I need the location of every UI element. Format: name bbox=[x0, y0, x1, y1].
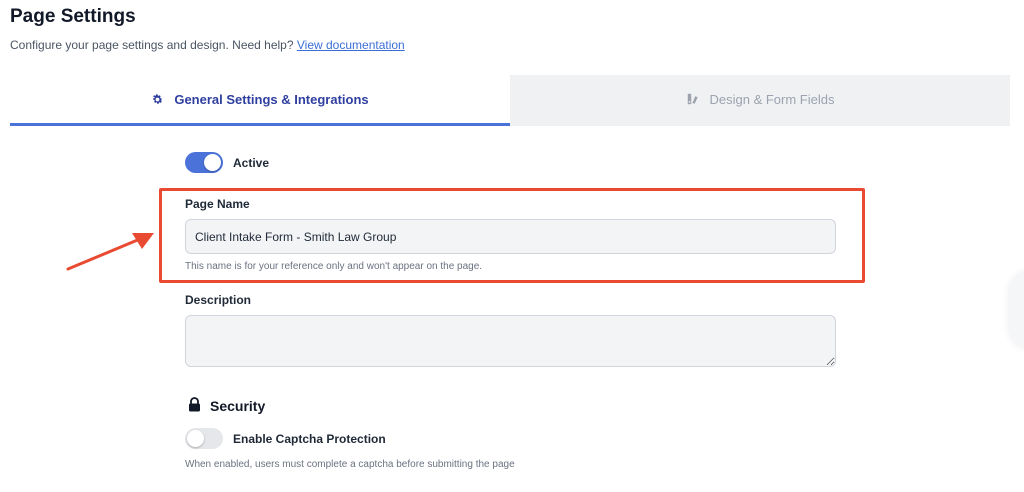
active-toggle-label: Active bbox=[233, 156, 270, 170]
lock-icon bbox=[188, 397, 201, 415]
description-label: Description bbox=[185, 293, 252, 307]
gear-icon bbox=[151, 93, 164, 106]
active-toggle[interactable] bbox=[185, 152, 223, 173]
description-textarea[interactable] bbox=[185, 315, 836, 367]
toggle-knob bbox=[187, 430, 204, 447]
page-name-input[interactable] bbox=[185, 219, 836, 254]
floating-side-handle[interactable] bbox=[1008, 270, 1024, 350]
captcha-toggle-label: Enable Captcha Protection bbox=[233, 432, 386, 446]
page-subtitle: Configure your page settings and design.… bbox=[10, 38, 405, 52]
captcha-helper: When enabled, users must complete a capt… bbox=[185, 459, 515, 470]
view-documentation-link[interactable]: View documentation bbox=[297, 38, 405, 52]
design-icon bbox=[686, 92, 700, 106]
tab-design-form-fields-label: Design & Form Fields bbox=[709, 91, 835, 107]
tab-design-form-fields[interactable]: Design & Form Fields bbox=[510, 75, 1010, 126]
tab-general-settings-label: General Settings & Integrations bbox=[174, 91, 369, 107]
page-name-helper: This name is for your reference only and… bbox=[185, 261, 483, 272]
page-title: Page Settings bbox=[10, 6, 136, 27]
subtitle-text: Configure your page settings and design.… bbox=[10, 38, 294, 52]
toggle-knob bbox=[204, 154, 221, 171]
security-section-title: Security bbox=[188, 397, 265, 415]
tab-general-settings[interactable]: General Settings & Integrations bbox=[10, 75, 510, 126]
security-title-text: Security bbox=[210, 398, 266, 414]
captcha-toggle[interactable] bbox=[185, 428, 223, 449]
page-name-label: Page Name bbox=[185, 197, 250, 211]
annotation-arrow-icon bbox=[66, 233, 154, 271]
settings-tabs: General Settings & Integrations Design &… bbox=[10, 75, 1010, 126]
